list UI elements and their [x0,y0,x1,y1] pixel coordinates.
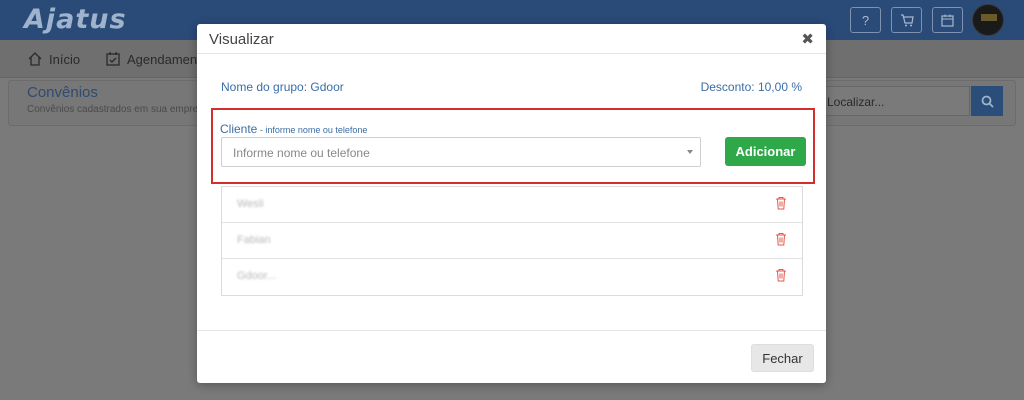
discount-value: Desconto: 10,00 % [700,80,802,94]
client-label: Cliente - informe nome ou telefone [220,122,367,136]
chevron-down-icon [687,150,693,154]
client-name: Gdoor... [237,270,277,282]
modal-footer [197,330,826,331]
search-button[interactable] [971,86,1003,116]
page-subtitle: Convênios cadastrados em sua empre [27,104,199,115]
client-name: Fabian [237,234,271,246]
calendar-icon [941,14,954,27]
add-client-button[interactable]: Adicionar [725,137,806,166]
page-title: Convênios [27,84,98,101]
fechar-button[interactable]: Fechar [751,344,814,372]
search-icon [981,95,994,108]
list-item: Fabian [222,223,802,259]
client-select-placeholder: Informe nome ou telefone [233,146,370,160]
client-label-text: Cliente [220,122,258,136]
home-icon [28,52,42,66]
client-hint: - informe nome ou telefone [257,125,368,135]
modal-title: Visualizar [209,31,274,48]
cart-icon [900,13,914,26]
cart-button[interactable] [891,7,922,33]
nav-item-label: Agendamen [127,51,198,67]
list-item: Wesli [222,187,802,223]
modal-header: Visualizar ✖ [197,24,826,54]
close-icon[interactable]: ✖ [801,30,814,48]
visualizar-modal: Visualizar ✖ Nome do grupo: Gdoor Descon… [197,24,826,383]
app-logo: Ajatus [24,4,127,35]
trash-icon[interactable] [775,196,787,210]
group-name: Nome do grupo: Gdoor [221,80,344,94]
trash-icon[interactable] [775,268,787,282]
nav-item-agendamento[interactable]: Agendamen [105,51,197,67]
search-input[interactable]: Localizar... [820,86,970,116]
question-icon: ? [861,12,870,28]
nav-item-label: Início [49,51,81,67]
calendar-check-icon [106,52,120,66]
user-avatar[interactable] [972,4,1004,36]
trash-icon[interactable] [775,232,787,246]
client-name: Wesli [237,198,264,210]
client-select[interactable]: Informe nome ou telefone [221,137,701,167]
calendar-button[interactable] [932,7,963,33]
help-button[interactable]: ? [850,7,881,33]
client-list: Wesli Fabian Gdoor... [221,186,803,296]
list-item: Gdoor... [222,259,802,295]
nav-item-inicio[interactable]: Início [27,51,80,67]
